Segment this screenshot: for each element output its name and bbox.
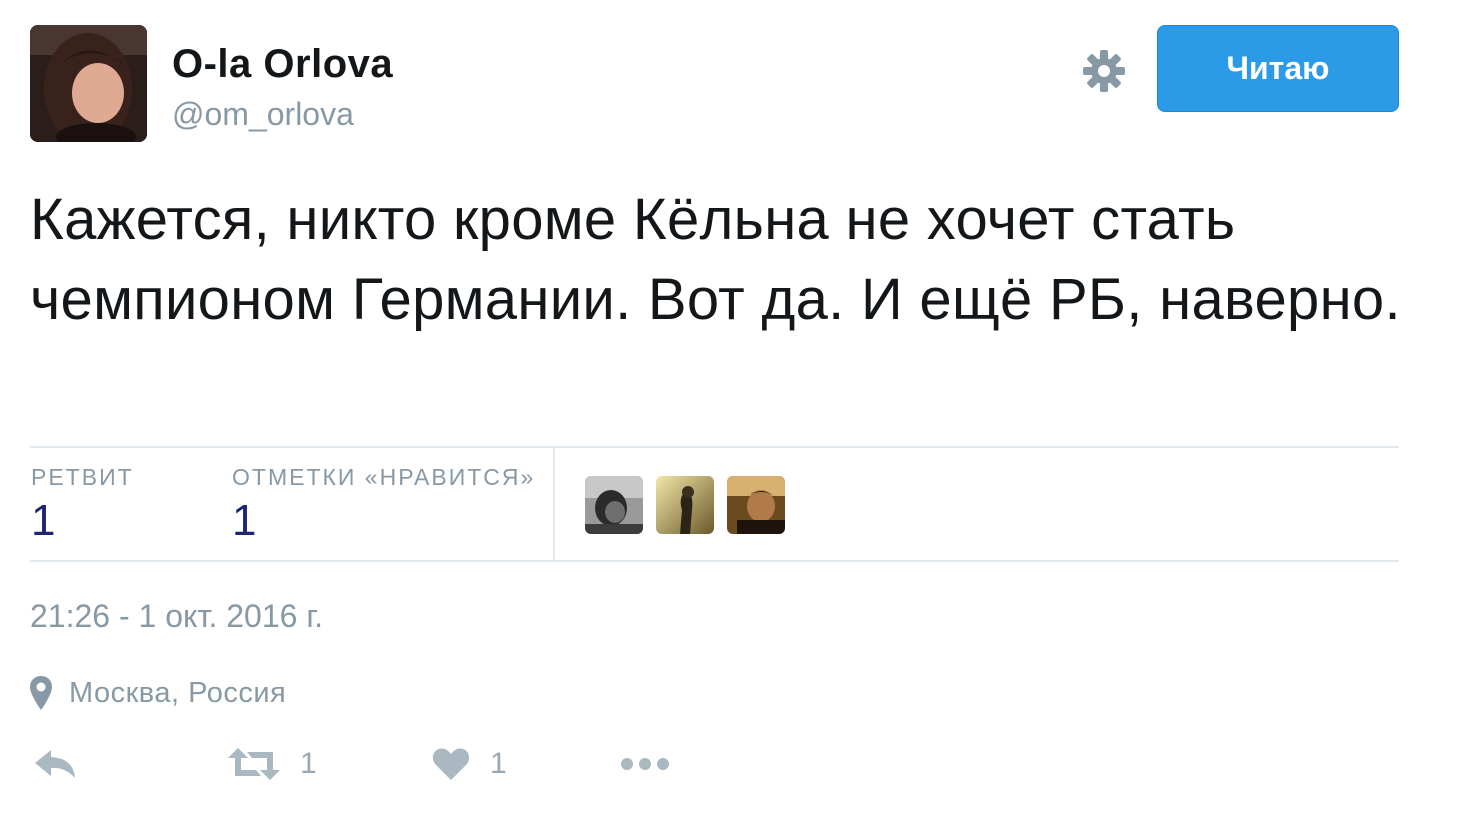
tweet-location[interactable]: Москва, Россия bbox=[69, 677, 286, 710]
like-button[interactable]: 1 bbox=[432, 742, 507, 786]
stats-bottom-divider bbox=[30, 560, 1399, 562]
stats-vertical-divider bbox=[553, 447, 555, 560]
retweets-label: РЕТВИТ bbox=[31, 464, 134, 490]
heart-icon bbox=[432, 748, 470, 780]
likes-label: ОТМЕТКИ «НРАВИТСЯ» bbox=[232, 464, 536, 490]
reply-button[interactable] bbox=[33, 742, 77, 786]
tweet-text: Кажется, никто кроме Кёльна не хочет ста… bbox=[30, 187, 1401, 332]
liker-avatar[interactable] bbox=[656, 476, 714, 534]
tweet-timestamp[interactable]: 21:26 - 1 окт. 2016 г. bbox=[30, 598, 323, 635]
author-avatar[interactable] bbox=[30, 25, 147, 142]
like-action-count: 1 bbox=[490, 747, 507, 780]
author-handle[interactable]: @om_orlova bbox=[172, 96, 354, 133]
liker-avatar[interactable] bbox=[727, 476, 785, 534]
retweet-action-count: 1 bbox=[300, 747, 317, 780]
author-avatar-image bbox=[30, 25, 147, 142]
likes-count[interactable]: 1 bbox=[232, 496, 256, 546]
following-button[interactable]: Читаю bbox=[1157, 25, 1399, 112]
liker-avatar[interactable] bbox=[585, 476, 643, 534]
retweet-button[interactable]: 1 bbox=[228, 742, 317, 786]
author-display-name[interactable]: O-la Orlova bbox=[172, 42, 393, 87]
location-pin-icon bbox=[29, 675, 53, 711]
more-button[interactable] bbox=[620, 742, 670, 786]
reply-icon bbox=[35, 750, 75, 778]
gear-icon[interactable] bbox=[1080, 47, 1128, 95]
retweet-icon bbox=[228, 748, 280, 780]
stats-top-divider bbox=[30, 446, 1399, 448]
retweets-count[interactable]: 1 bbox=[31, 496, 55, 546]
more-icon bbox=[621, 758, 669, 770]
